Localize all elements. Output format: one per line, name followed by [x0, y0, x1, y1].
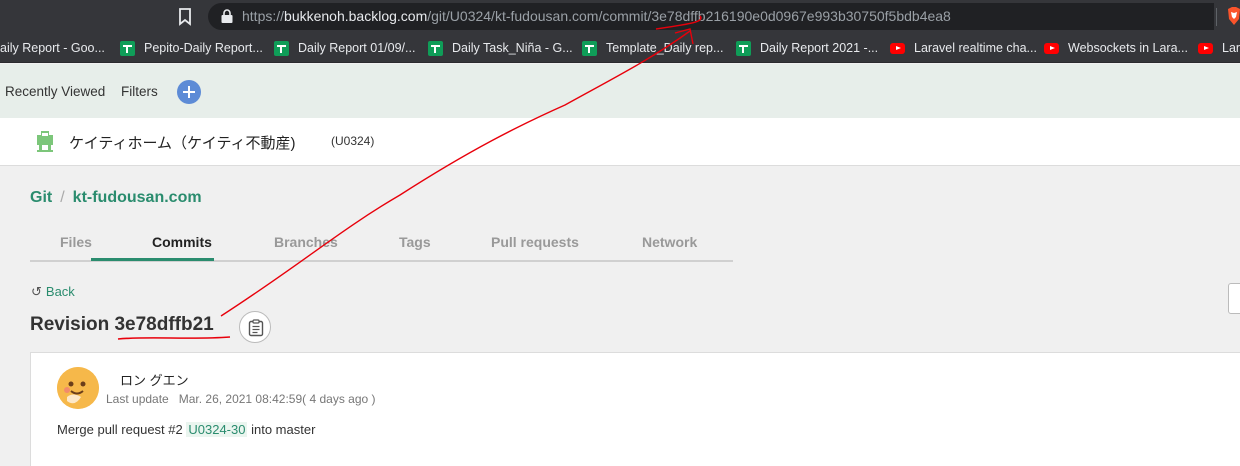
bookmark-item[interactable]: Lara — [1198, 33, 1240, 62]
url-text: https://bukkenoh.backlog.com/git/U0324/k… — [242, 8, 951, 24]
add-icon[interactable] — [177, 80, 201, 104]
avatar-face-icon — [57, 367, 99, 409]
project-name[interactable]: ケイティホーム（ケイティ不動産) — [69, 132, 296, 153]
bookmark-item[interactable]: Daily Report 01/09/... — [274, 33, 415, 62]
revision-hash: 3e78dffb21 — [114, 314, 214, 335]
url-path: /git/U0324/kt-fudousan.com/commit/3e78df… — [427, 8, 951, 24]
issue-ref-link[interactable]: U0324-30 — [186, 422, 248, 437]
breadcrumb-git-link[interactable]: Git — [30, 189, 52, 206]
bookmark-item[interactable]: Daily Task_Niña - G... — [428, 33, 573, 62]
recently-viewed-link[interactable]: Recently Viewed — [5, 84, 105, 99]
project-icon[interactable] — [35, 131, 55, 153]
tab-pull-requests[interactable]: Pull requests — [491, 234, 579, 250]
revision-title: Revision 3e78dffb21 — [30, 314, 214, 336]
brave-shield-icon[interactable] — [1226, 6, 1240, 26]
sheets-icon — [120, 40, 135, 56]
sheets-icon — [428, 40, 443, 56]
commit-author[interactable]: ロン グエン — [120, 370, 189, 389]
bookmark-item[interactable]: Websockets in Lara... — [1044, 33, 1188, 62]
last-update-label: Last update — [106, 392, 169, 406]
youtube-icon — [1044, 42, 1059, 54]
copy-hash-button[interactable] — [239, 311, 271, 343]
commit-card — [30, 352, 1240, 466]
clipboard-icon — [248, 319, 264, 337]
sheets-icon — [274, 40, 289, 56]
youtube-icon — [1198, 42, 1213, 54]
commit-message: Merge pull request #2 U0324-30 into mast… — [57, 422, 316, 437]
bookmark-item[interactable]: Laravel realtime cha... — [890, 33, 1037, 62]
bookmark-icon[interactable] — [176, 7, 194, 26]
project-key: (U0324) — [331, 134, 375, 148]
breadcrumb-separator: / — [60, 189, 65, 206]
tab-files[interactable]: Files — [60, 234, 92, 250]
commit-meta: Last update Mar. 26, 2021 08:42:59( 4 day… — [106, 392, 376, 406]
url-host: bukkenoh.backlog.com — [284, 8, 428, 24]
back-label: Back — [45, 284, 75, 299]
toolbar-divider — [1216, 8, 1217, 26]
project-bar: ケイティホーム（ケイティ不動産) (U0324) — [0, 118, 1240, 166]
lock-icon — [221, 9, 233, 23]
revision-label: Revision — [30, 314, 110, 335]
tab-commits[interactable]: Commits — [152, 234, 212, 250]
bookmark-item[interactable]: Pepito-Daily Report... — [120, 33, 263, 62]
breadcrumb: Git / kt-fudousan.com — [30, 189, 202, 207]
commit-date: Mar. 26, 2021 08:42:59( 4 days ago ) — [178, 392, 376, 406]
bookmark-item[interactable]: aily Report - Goo... — [0, 33, 105, 62]
back-arrow-icon: ↺ — [31, 284, 42, 299]
bookmarks-bar: aily Report - Goo... Pepito-Daily Report… — [0, 33, 1240, 63]
right-action-button[interactable] — [1228, 283, 1240, 314]
browser-address-bar: https://bukkenoh.backlog.com/git/U0324/k… — [0, 0, 1240, 33]
tab-network[interactable]: Network — [642, 234, 697, 250]
tab-tags[interactable]: Tags — [399, 234, 431, 250]
filters-link[interactable]: Filters — [121, 84, 158, 99]
sheets-icon — [736, 40, 751, 56]
bookmark-item[interactable]: Template_Daily rep... — [582, 33, 723, 62]
avatar — [57, 367, 99, 409]
url-bar[interactable]: https://bukkenoh.backlog.com/git/U0324/k… — [208, 3, 1214, 30]
breadcrumb-repo-link[interactable]: kt-fudousan.com — [73, 189, 202, 206]
youtube-icon — [890, 42, 905, 54]
repo-tabs: Files Commits Branches Tags Pull request… — [30, 225, 733, 262]
bookmark-item[interactable]: Daily Report 2021 -... — [736, 33, 878, 62]
back-link[interactable]: ↺ Back — [31, 284, 75, 300]
tab-branches[interactable]: Branches — [274, 234, 338, 250]
active-tab-indicator — [91, 258, 214, 261]
sheets-icon — [582, 40, 597, 56]
annotation-underline-hash — [117, 336, 231, 340]
